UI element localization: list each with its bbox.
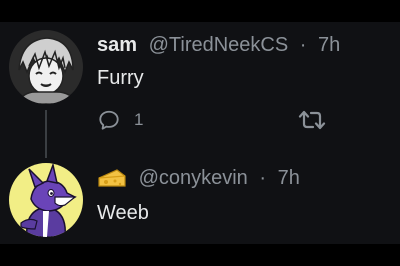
reply-count: 1 — [134, 110, 144, 129]
tweet-text: Weeb — [97, 202, 149, 224]
reply-icon — [99, 110, 119, 130]
tweet-header: @conykevin · 7h — [97, 166, 300, 190]
anime-boy-avatar-icon — [9, 30, 83, 104]
reply-button[interactable]: 1 — [98, 109, 143, 131]
separator-dot: · — [259, 167, 267, 189]
tweet-header: sam @TiredNeekCS · 7h — [97, 33, 340, 57]
retweet-button[interactable] — [298, 108, 326, 132]
separator-dot: · — [299, 34, 307, 56]
avatar[interactable] — [9, 163, 83, 237]
retweet-icon — [298, 110, 326, 130]
timestamp[interactable]: 7h — [318, 34, 340, 56]
thread-connector-line — [45, 110, 47, 158]
screenshot-frame: sam @TiredNeekCS · 7h Furry 1 @conykevin… — [0, 0, 400, 266]
display-name[interactable]: sam — [97, 34, 137, 56]
user-handle[interactable]: @conykevin — [139, 167, 248, 189]
purple-furry-avatar-icon — [9, 163, 83, 237]
user-handle[interactable]: @TiredNeekCS — [149, 34, 289, 56]
timestamp[interactable]: 7h — [278, 167, 300, 189]
tweet-text: Furry — [97, 67, 144, 89]
avatar[interactable] — [9, 30, 83, 104]
